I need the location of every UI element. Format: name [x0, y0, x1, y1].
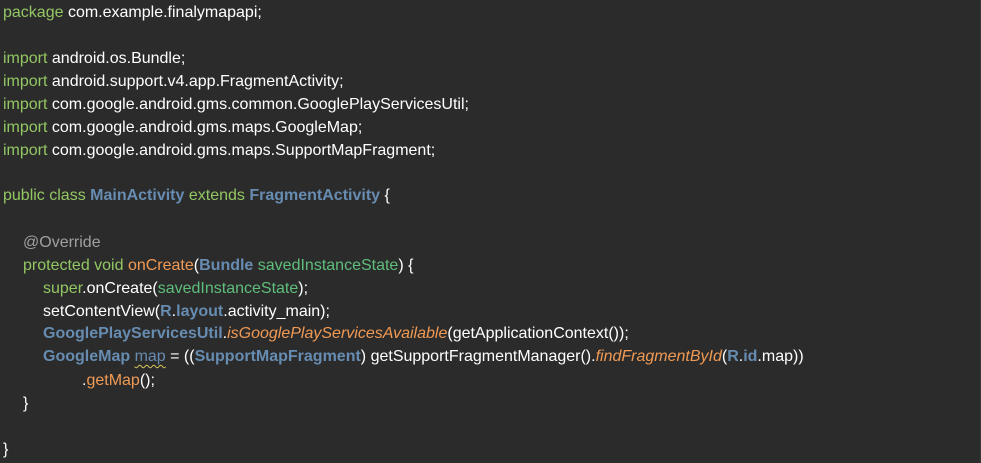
code-line-super: super.onCreate(savedInstanceState);	[43, 277, 308, 300]
param-name: savedInstanceState	[257, 257, 399, 274]
static-method: isGooglePlayServicesAvailable	[227, 325, 448, 342]
code-line-class-decl: public class MainActivity extends Fragme…	[3, 184, 390, 207]
assign-cast-open: = ((	[165, 348, 195, 365]
keyword-public-class: public class	[3, 187, 91, 204]
map-rest: .map))	[757, 348, 804, 365]
class-name: MainActivity	[90, 187, 185, 204]
code-line-import: import android.os.Bundle;	[3, 47, 185, 70]
method-name: onCreate	[127, 257, 194, 274]
code-line-setcontentview: setContentView(R.layout.activity_main);	[43, 300, 330, 323]
gps-rest: (getApplicationContext());	[447, 325, 629, 342]
keyword-import: import	[3, 119, 48, 136]
cast-type: SupportMapFragment	[194, 348, 361, 365]
code-line-method-close: }	[23, 392, 28, 415]
import-path: com.google.android.gms.common.GooglePlay…	[47, 96, 469, 113]
import-path: com.google.android.gms.maps.SupportMapFr…	[47, 142, 436, 159]
getmap-method: getMap	[86, 372, 140, 389]
code-line-import: import com.google.android.gms.maps.Googl…	[3, 116, 362, 139]
code-line-import: import com.google.android.gms.maps.Suppo…	[3, 139, 435, 162]
r-class: R	[727, 348, 739, 365]
find-fragment-method: findFragmentById	[595, 348, 722, 365]
keyword-protected-void: protected void	[23, 257, 128, 274]
keyword-import: import	[3, 142, 48, 159]
package-name: com.example.finalymapapi;	[63, 4, 262, 21]
code-line-map-decl: GoogleMap map = ((SupportMapFragment) ge…	[43, 345, 804, 368]
id-field: id	[743, 348, 758, 365]
parent-class-name: FragmentActivity	[249, 187, 381, 204]
keyword-package: package	[3, 4, 64, 21]
annotation-override: @Override	[23, 234, 101, 251]
keyword-import: import	[3, 50, 48, 67]
code-line-gps-check: GooglePlayServicesUtil.isGooglePlayServi…	[43, 322, 629, 345]
import-path: android.os.Bundle;	[47, 50, 186, 67]
paren-close-brace: ) {	[398, 257, 414, 274]
code-line-method-decl: protected void onCreate(Bundle savedInst…	[23, 254, 413, 277]
param-type: Bundle	[199, 257, 254, 274]
keyword-extends: extends	[184, 187, 250, 204]
setcontentview-rest: .activity_main);	[223, 303, 330, 320]
gps-util-class: GooglePlayServicesUtil	[43, 325, 223, 342]
map-variable: map	[134, 348, 166, 365]
keyword-import: import	[3, 73, 48, 90]
import-path: android.support.v4.app.FragmentActivity;	[47, 73, 344, 90]
r-class: R	[160, 303, 172, 320]
close-brace: }	[3, 441, 9, 458]
layout-field: layout	[176, 303, 224, 320]
open-brace: {	[380, 187, 390, 204]
keyword-import: import	[3, 96, 48, 113]
getmap-rest: ();	[139, 372, 155, 389]
super-end: );	[298, 280, 309, 297]
googlemap-type: GoogleMap	[43, 348, 131, 365]
code-editor[interactable]: package com.example.finalymapapi; import…	[0, 0, 981, 463]
setcontentview-call: setContentView(	[43, 303, 161, 320]
code-line-import: import android.support.v4.app.FragmentAc…	[3, 70, 344, 93]
super-arg: savedInstanceState	[157, 280, 299, 297]
super-call: .onCreate(	[82, 280, 158, 297]
code-line-class-close: }	[3, 438, 8, 461]
fragment-manager-call: ) getSupportFragmentManager().	[360, 348, 596, 365]
code-line-import: import com.google.android.gms.common.Goo…	[3, 93, 469, 116]
code-line-package: package com.example.finalymapapi;	[3, 1, 262, 24]
close-brace: }	[23, 395, 29, 412]
code-line-getmap: .getMap();	[82, 369, 155, 392]
import-path: com.google.android.gms.maps.GoogleMap;	[47, 119, 363, 136]
keyword-super: super	[43, 280, 83, 297]
code-line-annotation: @Override	[23, 231, 101, 254]
